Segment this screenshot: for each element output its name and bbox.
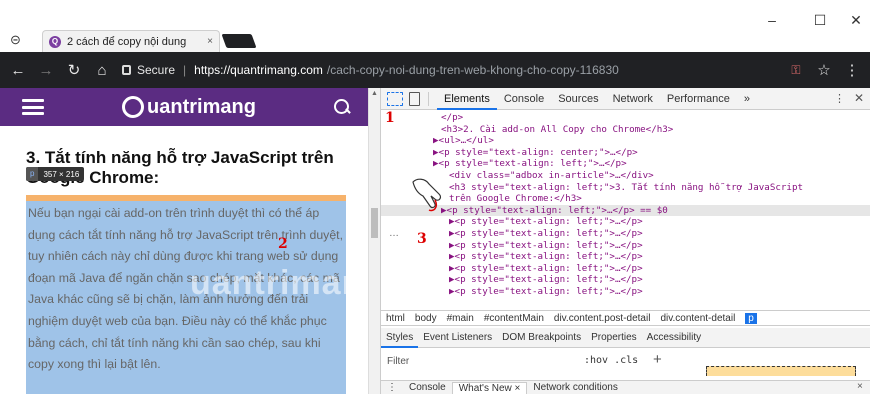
tab-console[interactable]: Console <box>497 88 551 110</box>
devtools-menu-icon[interactable]: ⋮ <box>826 92 853 105</box>
logo-q-icon <box>122 96 145 118</box>
annotation-number-3: 3 <box>417 231 427 247</box>
site-header: uantrimang <box>0 88 368 126</box>
lock-icon <box>122 65 131 75</box>
more-tabs-icon[interactable]: » <box>737 88 757 110</box>
close-window-button[interactable]: ✕ <box>842 12 870 29</box>
logo-text: uantrimang <box>147 95 256 118</box>
dom-node[interactable]: <div class="adbox in-article">…</div> <box>381 170 870 182</box>
inspect-element-icon[interactable] <box>387 91 403 106</box>
dom-node[interactable]: ▶<p style="text-align: left;">…</p> <box>381 286 870 298</box>
subtab-properties[interactable]: Properties <box>586 328 642 348</box>
bookmark-star-icon[interactable]: ☆ <box>816 61 832 79</box>
dom-node[interactable]: ▶<p style="text-align: center;">…</p> <box>381 147 870 159</box>
subtab-styles[interactable]: Styles <box>381 328 419 348</box>
crumb-html[interactable]: html <box>386 313 405 324</box>
dom-node[interactable]: ▶<p style="text-align: left;">…</p> <box>381 263 870 275</box>
drawer-menu-icon[interactable]: ⋮ <box>381 382 403 393</box>
devtools-tab-bar: Elements Console Sources Network Perform… <box>381 88 870 110</box>
new-style-rule-button[interactable]: + <box>653 351 662 368</box>
devtools-close-icon[interactable]: ✕ <box>854 91 864 105</box>
watermark: uantrimang <box>190 264 368 302</box>
site-logo[interactable]: uantrimang <box>122 96 256 119</box>
dom-node[interactable]: ▶<p style="text-align: left;">…</p> <box>381 228 870 240</box>
new-tab-button[interactable] <box>221 34 257 48</box>
crumb-body[interactable]: body <box>415 313 437 324</box>
search-icon[interactable] <box>334 99 350 115</box>
tab-divider <box>428 91 429 106</box>
devtools-panel: Elements Console Sources Network Perform… <box>380 88 870 394</box>
tab-performance[interactable]: Performance <box>660 88 737 110</box>
page-scrollbar[interactable]: ▲ <box>368 88 380 394</box>
annotation-number-2: 2 <box>278 236 288 252</box>
dom-node[interactable]: ▶<p style="text-align: left;">…</p> <box>381 274 870 286</box>
dom-tree: </p> <h3>2. Cài add-on All Copy cho Chro… <box>381 112 870 310</box>
forward-icon[interactable]: → <box>38 62 54 79</box>
url-host: https://quantrimang.com <box>194 63 323 77</box>
dom-node[interactable]: ▶<p style="text-align: left;">…</p> <box>381 251 870 263</box>
dom-node[interactable]: </p> <box>381 112 870 124</box>
dom-node[interactable]: ▶<p style="text-align: left;">…</p> <box>381 158 870 170</box>
site-favicon-icon: Q <box>49 35 61 48</box>
tab-strip: ⊝ Q 2 cách để copy nội dung × – ☐ ✕ <box>0 0 870 52</box>
tooltip-tag: p <box>26 167 39 181</box>
dom-node-selected[interactable]: ▶<p style="text-align: left;">…</p> == $… <box>381 204 870 217</box>
hov-cls-toggle[interactable]: :hov .cls <box>584 355 638 366</box>
dom-node[interactable]: ▶<p style="text-align: left;">…</p> <box>381 240 870 252</box>
pointing-hand-icon <box>412 178 442 212</box>
web-page: uantrimang 3. Tắt tính năng hỗ trợ JavaS… <box>0 88 368 394</box>
minimize-button[interactable]: – <box>752 12 792 28</box>
dom-node[interactable]: <h3>2. Cài add-on All Copy cho Chrome</h… <box>381 124 870 136</box>
hamburger-menu-icon[interactable] <box>22 99 44 115</box>
incognito-icon[interactable]: ⊝ <box>10 32 21 48</box>
dom-breadcrumbs: html body #main #contentMain div.content… <box>381 310 870 326</box>
browser-toolbar: ← → ↻ ⌂ Secure | https://quantrimang.com… <box>0 52 870 88</box>
chrome-menu-icon[interactable]: ⋮ <box>844 61 860 79</box>
device-toolbar-icon[interactable] <box>409 91 420 106</box>
secure-label: Secure <box>137 63 176 77</box>
back-icon[interactable]: ← <box>10 62 26 79</box>
crumb-post-detail[interactable]: div.content.post-detail <box>554 313 651 324</box>
tab-title: 2 cách để copy nội dung <box>67 35 187 48</box>
tab-network[interactable]: Network <box>606 88 660 110</box>
filter-input[interactable]: Filter <box>387 356 409 367</box>
home-icon[interactable]: ⌂ <box>94 62 110 79</box>
element-dimension-tooltip: p 357 × 216 <box>26 167 85 181</box>
drawer-tab-console[interactable]: Console <box>403 382 452 393</box>
crumb-p[interactable]: p <box>745 312 757 324</box>
node-dots[interactable]: … <box>389 228 399 239</box>
tab-sources[interactable]: Sources <box>551 88 605 110</box>
scrollbar-thumb[interactable] <box>371 208 378 238</box>
devtools-drawer: ⋮ Console What's New × Network condition… <box>381 380 870 394</box>
tooltip-size: 357 × 216 <box>43 169 80 179</box>
crumb-content-main[interactable]: #contentMain <box>484 313 544 324</box>
scroll-up-icon[interactable]: ▲ <box>371 90 378 97</box>
address-bar[interactable]: Secure | https://quantrimang.com/cach-co… <box>122 58 776 82</box>
drawer-tab-whats-new[interactable]: What's New × <box>451 381 528 394</box>
subtab-dom-breakpoints[interactable]: DOM Breakpoints <box>497 328 586 348</box>
subtab-event-listeners[interactable]: Event Listeners <box>418 328 497 348</box>
styles-subtabs: Styles Event Listeners DOM Breakpoints P… <box>381 328 870 348</box>
drawer-close-icon[interactable]: × <box>857 381 863 392</box>
reload-icon[interactable]: ↻ <box>66 61 82 79</box>
maximize-button[interactable]: ☐ <box>800 12 840 29</box>
drawer-tab-network-conditions[interactable]: Network conditions <box>527 382 623 393</box>
dom-node[interactable]: ▶<p style="text-align: left;">…</p> <box>381 216 870 228</box>
box-model-preview <box>706 366 856 376</box>
crumb-content-detail[interactable]: div.content-detail <box>660 313 735 324</box>
dom-node[interactable]: <h3 style="text-align: left;">3. Tắt tín… <box>381 182 870 194</box>
subtab-accessibility[interactable]: Accessibility <box>642 328 706 348</box>
key-icon[interactable]: ⚿ <box>788 63 804 78</box>
dom-node[interactable]: ▶<ul>…</ul> <box>381 135 870 147</box>
dom-node[interactable]: trên Google Chrome:</h3> <box>381 193 870 205</box>
address-separator: | <box>183 63 187 77</box>
url-path: /cach-copy-noi-dung-tren-web-khong-cho-c… <box>326 63 619 77</box>
crumb-main[interactable]: #main <box>447 313 474 324</box>
tab-elements[interactable]: Elements <box>437 88 497 110</box>
tab-close-icon[interactable]: × <box>207 36 213 47</box>
browser-tab[interactable]: Q 2 cách để copy nội dung × <box>42 30 220 52</box>
